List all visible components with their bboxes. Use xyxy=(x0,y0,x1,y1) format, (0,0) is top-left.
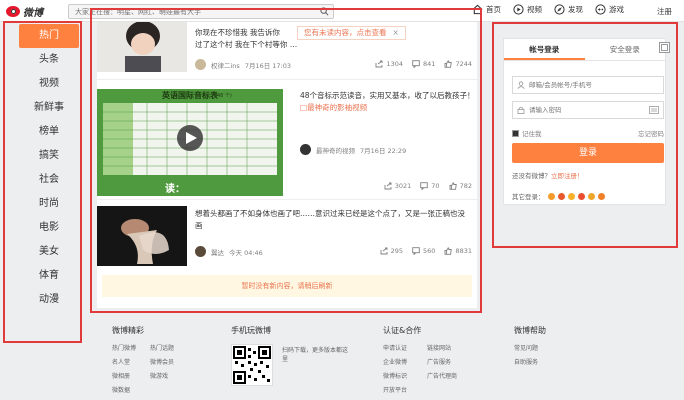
top-nav: 首页 视频 发现 游戏 xyxy=(472,4,624,15)
game-icon xyxy=(595,4,606,15)
footer-link[interactable]: 热门微博 xyxy=(112,343,150,352)
weibo-logo[interactable]: 微博 xyxy=(6,4,43,19)
footer-link[interactable]: 微数据 xyxy=(112,385,150,394)
footer-link[interactable]: 微博会员 xyxy=(150,357,188,366)
app-qr-code xyxy=(231,344,273,386)
footer-link[interactable]: 名人堂 xyxy=(112,357,150,366)
nav-game[interactable]: 游戏 xyxy=(595,4,624,15)
footer-link[interactable]: 微游戏 xyxy=(150,371,188,380)
nav-home-label: 首页 xyxy=(486,5,501,14)
footer-link[interactable]: 微博标识 xyxy=(383,371,427,380)
nav-game-label: 游戏 xyxy=(609,5,624,14)
footer-link[interactable]: 自助服务 xyxy=(514,357,564,366)
video-icon xyxy=(513,4,524,15)
footer-title-mobile: 手机玩微博 xyxy=(231,326,271,335)
footer-link[interactable]: 广告服务 xyxy=(427,357,471,366)
qr-code-image xyxy=(233,346,271,384)
nav-discover[interactable]: 发现 xyxy=(554,4,583,15)
footer-title-highlights: 微博精彩 xyxy=(112,326,144,335)
footer-link[interactable]: 常见问题 xyxy=(514,343,564,352)
footer-link[interactable]: 开放平台 xyxy=(383,385,427,394)
qr-download-text: 扫码下载，更多版本都这里 xyxy=(282,347,349,363)
footer-link[interactable]: 申请认证 xyxy=(383,343,427,352)
annotation-box-feed xyxy=(90,8,482,313)
footer-title-cooperation: 认证&合作 xyxy=(383,326,422,335)
annotation-box-sidebar xyxy=(3,21,82,343)
footer-link[interactable]: 广告代理商 xyxy=(427,371,471,380)
discover-icon xyxy=(554,4,565,15)
footer-title-help: 微博帮助 xyxy=(514,326,546,335)
footer-link[interactable]: 链接网站 xyxy=(427,343,471,352)
weibo-logo-icon xyxy=(6,6,20,17)
nav-video-label: 视频 xyxy=(527,5,542,14)
footer-link[interactable]: 企业微博 xyxy=(383,357,427,366)
logo-text: 微博 xyxy=(23,8,43,19)
footer-link[interactable]: 热门话题 xyxy=(150,343,188,352)
nav-video[interactable]: 视频 xyxy=(513,4,542,15)
nav-discover-label: 发现 xyxy=(568,5,583,14)
annotation-box-login xyxy=(492,22,678,248)
footer-link[interactable]: 微相册 xyxy=(112,371,150,380)
register-link[interactable]: 注册 xyxy=(657,6,672,17)
